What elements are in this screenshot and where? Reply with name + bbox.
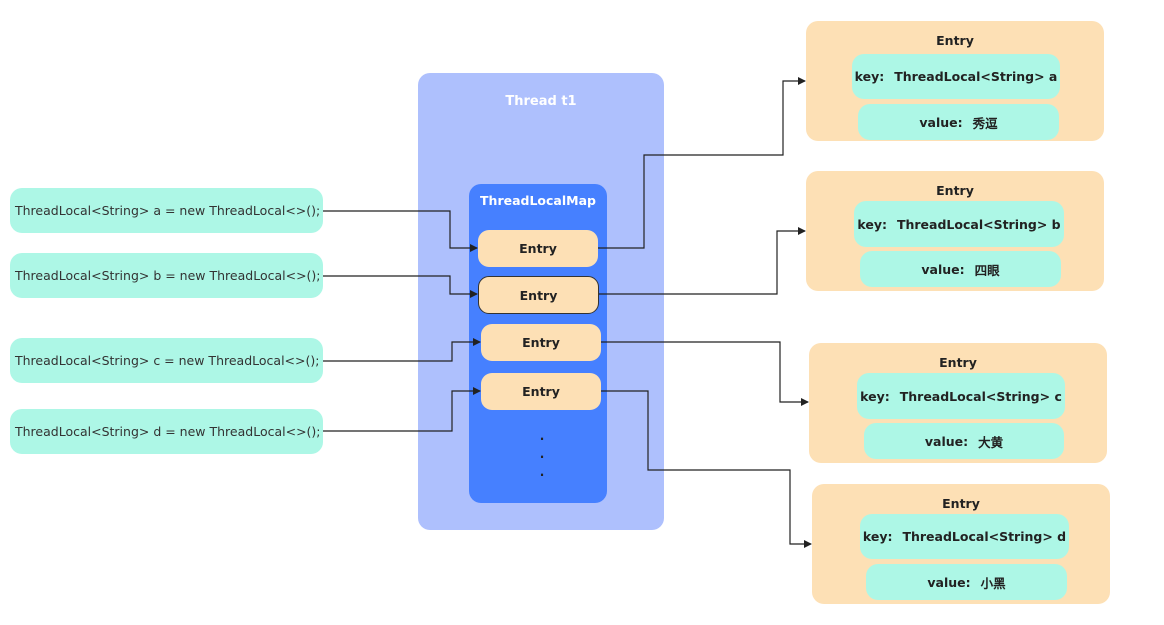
connectors — [323, 77, 812, 548]
connector-entry2-to-detail-b — [599, 227, 806, 295]
connector-entry4-to-detail-d — [601, 390, 812, 548]
connector-d-to-entry4 — [323, 387, 481, 432]
connector-entry1-to-detail-a — [598, 77, 806, 249]
connector-a-to-entry1 — [323, 210, 478, 252]
connector-b-to-entry2 — [323, 275, 478, 298]
connector-c-to-entry3 — [323, 338, 481, 362]
connector-entry3-to-detail-c — [601, 341, 809, 406]
